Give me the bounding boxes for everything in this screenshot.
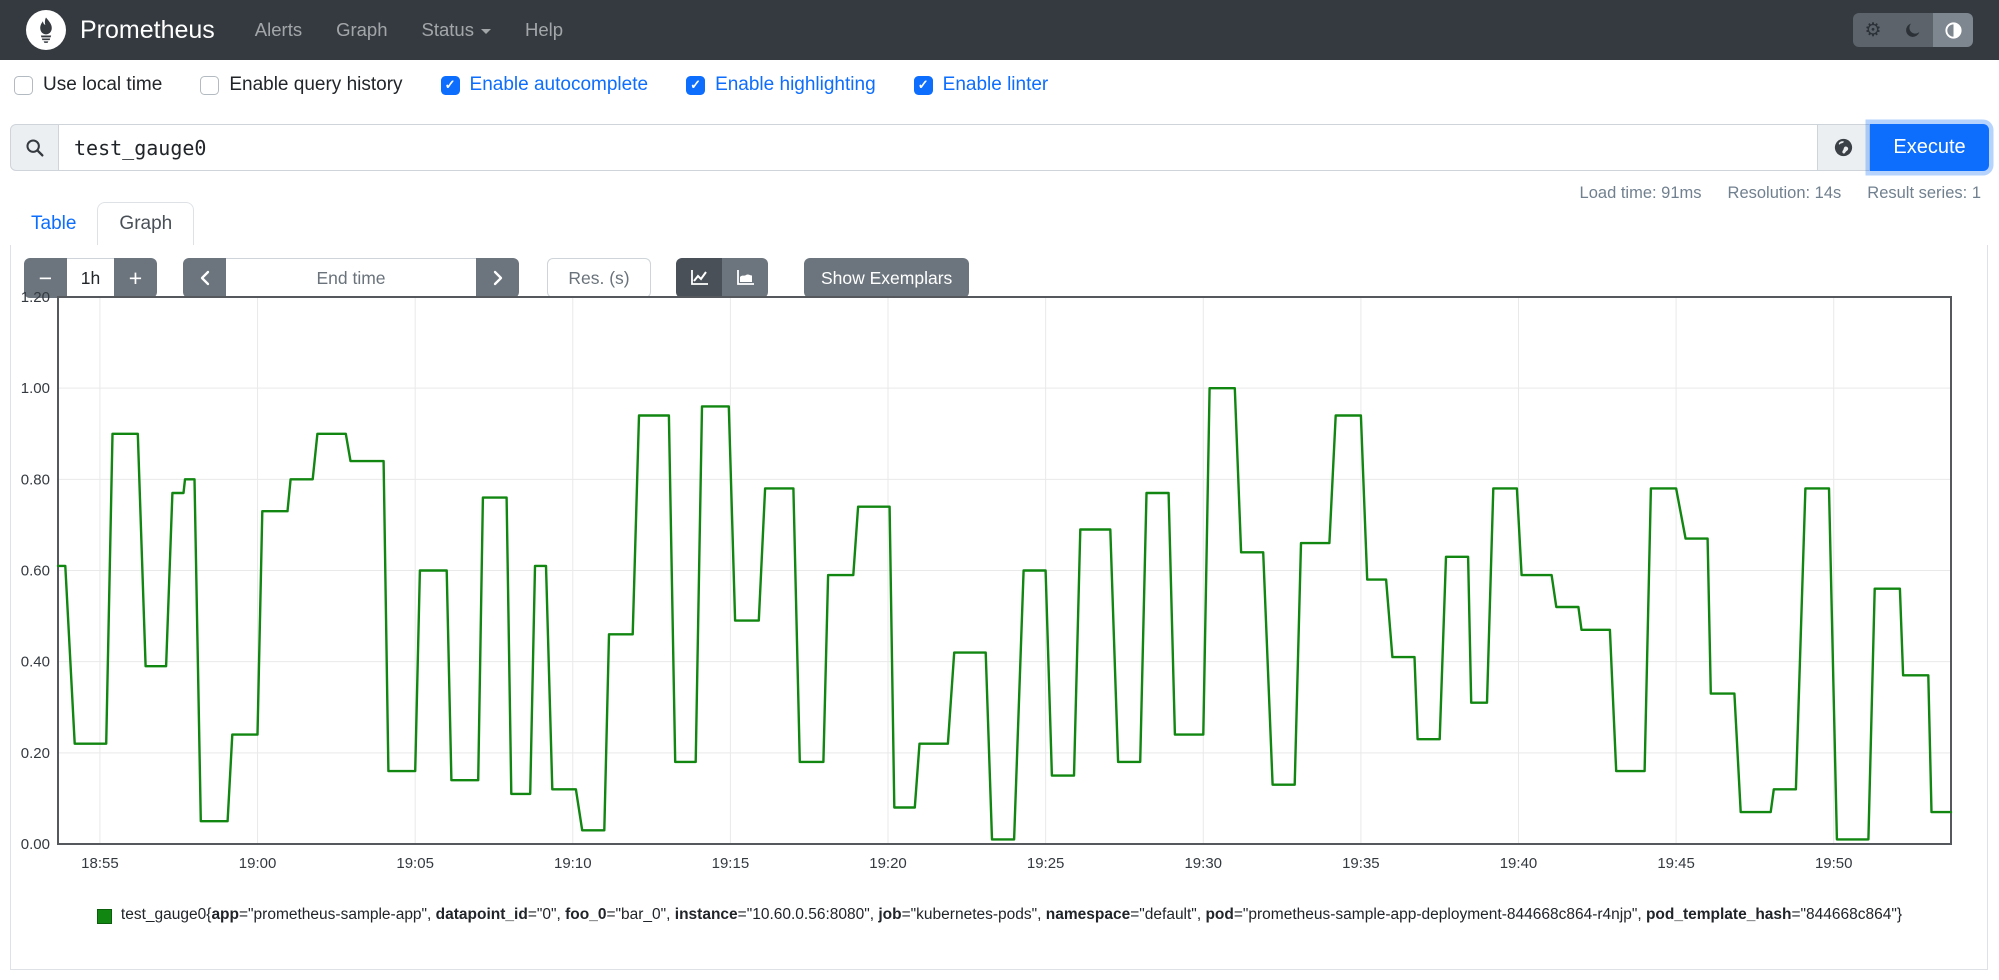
checkbox-unchecked-icon[interactable]: [200, 75, 220, 95]
query-prepend: [10, 124, 59, 171]
svg-text:0.80: 0.80: [21, 471, 50, 488]
stacked-chart-icon: [737, 270, 754, 285]
tab-bar: Table Graph: [10, 201, 1988, 246]
checkbox-label: Enable query history: [229, 74, 403, 95]
svg-text:19:40: 19:40: [1500, 855, 1538, 872]
query-bar: Execute: [10, 124, 1989, 171]
nav-item-help[interactable]: Help: [525, 19, 563, 41]
checkbox-use-local-time[interactable]: Use local time: [14, 74, 162, 96]
brand-title[interactable]: Prometheus: [80, 16, 215, 45]
auto-theme-button[interactable]: [1933, 13, 1973, 47]
checkbox-label: Use local time: [43, 74, 163, 95]
svg-text:19:15: 19:15: [712, 855, 750, 872]
series-swatch-icon: [96, 909, 112, 924]
legend[interactable]: test_gauge0{app="prometheus-sample-app",…: [0, 906, 1999, 924]
tab-graph[interactable]: Graph: [97, 202, 195, 246]
series-label: test_gauge0{app="prometheus-sample-app",…: [120, 906, 1903, 923]
svg-text:19:10: 19:10: [554, 855, 592, 872]
checkbox-enable-query-history[interactable]: Enable query history: [200, 74, 403, 96]
nav-item-label: Help: [524, 19, 564, 40]
nav-item-label: Status: [421, 19, 474, 40]
chevron-left-icon: [200, 270, 209, 286]
moon-icon: [1906, 23, 1920, 37]
svg-text:19:50: 19:50: [1815, 855, 1853, 872]
prometheus-app: Prometheus Alerts Graph Status Help ⚙ Us…: [0, 0, 1999, 980]
metrics-explorer-button[interactable]: [1818, 124, 1870, 171]
checkbox-checked-icon[interactable]: ✓: [686, 75, 706, 95]
checkbox-enable-linter[interactable]: ✓ Enable linter: [913, 74, 1049, 96]
svg-text:1.00: 1.00: [21, 380, 50, 397]
theme-button-group: ⚙: [1853, 13, 1973, 47]
contrast-icon: [1944, 21, 1962, 39]
nav-item-alerts[interactable]: Alerts: [255, 19, 302, 41]
checkbox-label: Enable highlighting: [715, 74, 876, 95]
svg-text:18:55: 18:55: [81, 855, 119, 872]
svg-text:0.00: 0.00: [21, 836, 50, 853]
query-input[interactable]: [59, 124, 1818, 171]
svg-text:0.60: 0.60: [21, 563, 50, 580]
checkbox-label: Enable linter: [942, 74, 1049, 95]
svg-text:0.20: 0.20: [21, 745, 50, 762]
nav-item-label: Graph: [336, 19, 388, 40]
prometheus-logo-icon[interactable]: [26, 10, 66, 50]
nav-item-status[interactable]: Status: [422, 19, 491, 41]
chevron-right-icon: [493, 270, 502, 286]
checkbox-checked-icon[interactable]: ✓: [440, 75, 460, 95]
options-row: Use local time Enable query history ✓ En…: [14, 74, 1086, 96]
svg-text:0.40: 0.40: [21, 654, 50, 671]
search-icon: [25, 138, 44, 157]
navbar: Prometheus Alerts Graph Status Help ⚙: [0, 0, 1999, 60]
tab-table[interactable]: Table: [10, 203, 97, 245]
svg-text:19:45: 19:45: [1657, 855, 1695, 872]
execute-button[interactable]: Execute: [1870, 124, 1989, 171]
nav-item-graph[interactable]: Graph: [336, 19, 387, 41]
gear-icon: ⚙: [1864, 19, 1882, 41]
graph-canvas[interactable]: 0.00 0.20 0.40 0.60 0.80 1.00 1.20 18:55 19:00 19…: [0, 290, 1999, 875]
svg-text:19:25: 19:25: [1027, 855, 1065, 872]
checkbox-label: Enable autocomplete: [469, 74, 649, 95]
globe-icon: [1834, 138, 1853, 157]
settings-button[interactable]: ⚙: [1853, 13, 1893, 47]
svg-text:1.20: 1.20: [21, 290, 50, 306]
svg-text:19:35: 19:35: [1342, 855, 1380, 872]
svg-text:19:05: 19:05: [396, 855, 434, 872]
svg-text:19:30: 19:30: [1184, 855, 1222, 872]
line-chart-icon: [691, 270, 708, 285]
checkbox-unchecked-icon[interactable]: [14, 75, 33, 95]
checkbox-enable-highlighting[interactable]: ✓ Enable highlighting: [686, 74, 876, 96]
checkbox-checked-icon[interactable]: ✓: [913, 75, 933, 95]
svg-text:19:00: 19:00: [239, 855, 277, 872]
chevron-down-icon: [480, 28, 491, 34]
checkbox-enable-autocomplete[interactable]: ✓ Enable autocomplete: [440, 74, 649, 96]
dark-theme-button[interactable]: [1893, 13, 1933, 47]
nav-item-label: Alerts: [254, 19, 303, 40]
svg-text:19:20: 19:20: [869, 855, 907, 872]
